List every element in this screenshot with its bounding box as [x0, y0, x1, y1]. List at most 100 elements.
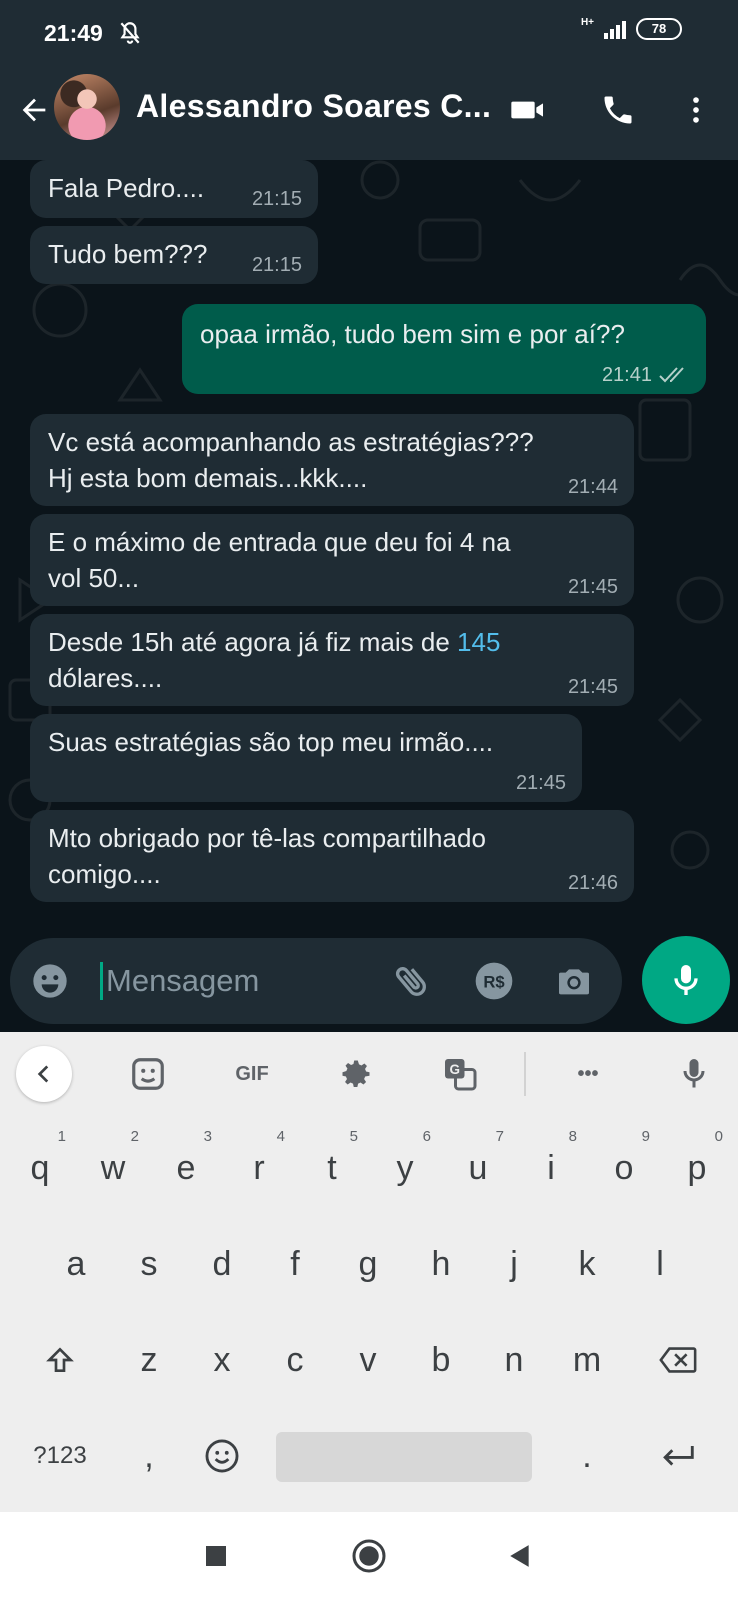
message-time: 21:46 — [567, 872, 618, 894]
translate-icon[interactable]: G — [434, 1048, 486, 1100]
message-text-prefix: Desde 15h até agora já fiz mais de — [48, 627, 458, 657]
video-call-icon[interactable] — [506, 88, 550, 132]
message-bubble-incoming[interactable]: Vc está acompanhando as estratégias??? H… — [30, 414, 634, 506]
svg-text:G: G — [449, 1062, 460, 1077]
text-caret — [100, 962, 103, 1000]
message-text: Desde 15h até agora já fiz mais de 145 — [48, 624, 616, 660]
backspace-key[interactable] — [630, 1312, 726, 1408]
key-j[interactable]: j — [478, 1216, 550, 1312]
message-bubble-outgoing[interactable]: opaa irmão, tudo bem sim e por aí?? 21:4… — [182, 304, 706, 394]
key-g[interactable]: g — [332, 1216, 404, 1312]
more-vert-icon[interactable] — [674, 88, 718, 132]
key-m[interactable]: m — [551, 1312, 623, 1408]
voice-input-icon[interactable] — [668, 1048, 720, 1100]
payment-icon[interactable]: R$ — [472, 959, 516, 1003]
network-type: H+ — [580, 17, 594, 28]
phone-icon[interactable] — [596, 88, 640, 132]
key-l[interactable]: l — [624, 1216, 696, 1312]
chat-area[interactable]: Fala Pedro.... 21:15 Tudo bem??? 21:15 o… — [0, 160, 738, 940]
shift-icon — [46, 1347, 74, 1372]
key-t[interactable]: t5 — [296, 1120, 368, 1216]
message-bubble-incoming[interactable]: Mto obrigado por tê-las compartilhado co… — [30, 810, 634, 902]
shift-key[interactable] — [12, 1312, 108, 1408]
key-f[interactable]: f — [259, 1216, 331, 1312]
key-y[interactable]: y6 — [369, 1120, 441, 1216]
message-meta: 21:41 — [602, 364, 690, 386]
key-q[interactable]: q1 — [4, 1120, 76, 1216]
keyboard-row: ?123 , . — [0, 1408, 738, 1504]
camera-icon[interactable] — [552, 959, 596, 1003]
gif-button[interactable]: GIF — [226, 1048, 278, 1100]
back-arrow-icon[interactable] — [12, 88, 56, 132]
keyboard-row: a s d f g h j k l — [0, 1216, 738, 1312]
key-s[interactable]: s — [113, 1216, 185, 1312]
key-r[interactable]: r4 — [223, 1120, 295, 1216]
message-time: 21:45 — [567, 676, 618, 698]
message-text: E o máximo de entrada que deu foi 4 na — [48, 527, 511, 557]
message-text: Mto obrigado por tê-las compartilhado — [48, 823, 486, 853]
battery-level: 78 — [651, 21, 667, 36]
message-time: 21:41 — [601, 364, 652, 386]
message-bubble-incoming[interactable]: E o máximo de entrada que deu foi 4 na v… — [30, 514, 634, 606]
keyboard-row: z x c v b n m — [0, 1312, 738, 1408]
enter-icon — [663, 1446, 694, 1466]
message-bubble-incoming[interactable]: Desde 15h até agora já fiz mais de 145 d… — [30, 614, 634, 706]
key-e[interactable]: e3 — [150, 1120, 222, 1216]
emoji-key[interactable] — [186, 1408, 258, 1504]
key-h[interactable]: h — [405, 1216, 477, 1312]
contact-name[interactable]: Alessandro Soares C... — [136, 88, 491, 125]
period-key[interactable]: . — [551, 1408, 623, 1504]
recents-icon[interactable] — [194, 1534, 238, 1578]
message-time: 21:45 — [567, 576, 618, 598]
status-bar: 21:49 H+ 78 — [0, 0, 738, 64]
home-icon[interactable] — [347, 1534, 391, 1578]
highlighted-number[interactable]: 145 — [457, 627, 500, 657]
battery-icon: 78 — [636, 18, 682, 40]
comma-key[interactable]: , — [113, 1408, 185, 1504]
key-n[interactable]: n — [478, 1312, 550, 1408]
back-icon[interactable] — [498, 1534, 542, 1578]
message-time: 21:44 — [567, 476, 618, 498]
symbols-key[interactable]: ?123 — [12, 1408, 108, 1504]
message-text: Suas estratégias são top meu irmão.... — [48, 727, 494, 757]
enter-key[interactable] — [630, 1408, 726, 1504]
message-composer: R$ — [10, 938, 622, 1024]
space-key[interactable] — [276, 1432, 532, 1482]
message-input[interactable] — [106, 956, 386, 1006]
key-k[interactable]: k — [551, 1216, 623, 1312]
key-w[interactable]: w2 — [77, 1120, 149, 1216]
key-c[interactable]: c — [259, 1312, 331, 1408]
mic-button[interactable] — [642, 936, 730, 1024]
key-z[interactable]: z — [113, 1312, 185, 1408]
message-bubble-incoming[interactable]: Tudo bem??? 21:15 — [30, 226, 318, 284]
message-text: Hj esta bom demais...kkk.... — [48, 463, 368, 493]
key-i[interactable]: i8 — [515, 1120, 587, 1216]
chat-header: Alessandro Soares C... — [0, 64, 738, 160]
key-d[interactable]: d — [186, 1216, 258, 1312]
emoji-icon[interactable] — [28, 959, 72, 1003]
svg-text:R$: R$ — [483, 973, 505, 992]
more-icon[interactable]: ••• — [562, 1048, 614, 1100]
emoji-icon — [205, 1439, 239, 1473]
message-text: vol 50... — [48, 563, 140, 593]
status-time: 21:49 — [44, 20, 103, 46]
keyboard-toolbar: GIF G ••• — [0, 1032, 738, 1114]
key-b[interactable]: b — [405, 1312, 477, 1408]
key-x[interactable]: x — [186, 1312, 258, 1408]
key-a[interactable]: a — [40, 1216, 112, 1312]
key-p[interactable]: p0 — [661, 1120, 733, 1216]
sticker-icon[interactable] — [122, 1048, 174, 1100]
settings-icon[interactable] — [330, 1048, 382, 1100]
key-u[interactable]: u7 — [442, 1120, 514, 1216]
key-v[interactable]: v — [332, 1312, 404, 1408]
avatar[interactable] — [54, 74, 120, 140]
mic-icon — [674, 965, 698, 995]
signal-icon — [604, 19, 626, 39]
message-bubble-incoming[interactable]: Suas estratégias são top meu irmão.... 2… — [30, 714, 582, 802]
message-text: comigo.... — [48, 859, 161, 889]
chevron-left-icon[interactable] — [16, 1046, 72, 1102]
mute-icon — [120, 22, 140, 44]
attach-icon[interactable] — [390, 959, 434, 1003]
key-o[interactable]: o9 — [588, 1120, 660, 1216]
message-bubble-incoming[interactable]: Fala Pedro.... 21:15 — [30, 160, 318, 218]
